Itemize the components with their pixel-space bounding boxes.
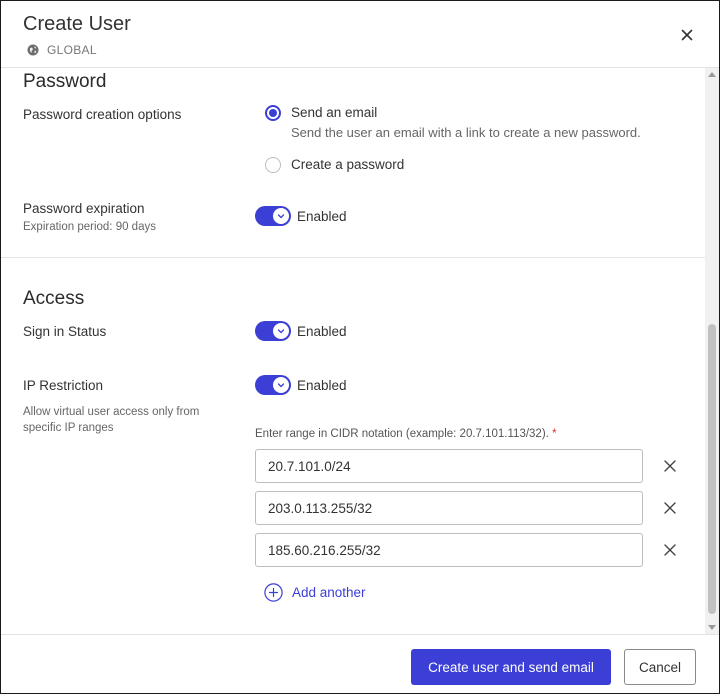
sign-in-status-toggle[interactable] [255,321,291,341]
send-email-radio[interactable] [265,105,281,121]
password-expiration-toggle[interactable] [255,206,291,226]
ip-range-input[interactable] [255,491,643,525]
close-icon [664,460,676,472]
chevron-down-icon [277,383,285,388]
scroll-up-arrow-icon[interactable] [708,72,716,77]
sign-in-status-status: Enabled [297,324,347,339]
scope-label: GLOBAL [47,43,97,57]
scope-indicator: GLOBAL [27,43,97,57]
create-user-dialog: Create User GLOBAL Password Password cre… [0,0,720,694]
password-section-title: Password [23,71,107,92]
access-section-title: Access [23,288,85,309]
ip-restriction-toggle[interactable] [255,375,291,395]
remove-ip-range-button[interactable] [662,542,678,558]
create-password-option-label[interactable]: Create a password [291,157,404,172]
close-icon [664,502,676,514]
ip-range-input[interactable] [255,533,643,567]
chevron-down-icon [277,329,285,334]
cidr-hint-text: Enter range in CIDR notation (example: 2… [255,428,549,440]
send-email-option-label[interactable]: Send an email [291,105,377,120]
ip-restriction-help: Allow virtual user access only from spec… [23,406,200,434]
plus-circle-icon [264,583,283,602]
send-email-option-description: Send the user an email with a link to cr… [291,125,641,140]
close-icon [664,544,676,556]
ip-range-input[interactable] [255,449,643,483]
create-user-button[interactable]: Create user and send email [411,649,611,685]
sign-in-status-label: Sign in Status [23,324,107,339]
ip-restriction-status: Enabled [297,378,347,393]
required-marker: * [552,428,557,440]
toggle-knob [273,323,289,339]
password-creation-label: Password creation options [23,107,182,122]
password-expiration-status: Enabled [297,209,347,224]
scrollbar[interactable] [705,68,719,634]
add-another-button[interactable]: Add another [264,583,366,602]
cancel-button[interactable]: Cancel [624,649,696,685]
ip-restriction-label: IP Restriction [23,378,104,393]
dialog-header: Create User GLOBAL [1,1,719,68]
close-button[interactable] [677,25,697,45]
close-icon [681,29,693,41]
section-divider [1,257,705,258]
cidr-hint: Enter range in CIDR notation (example: 2… [255,428,557,440]
remove-ip-range-button[interactable] [662,500,678,516]
dialog-title: Create User [23,13,131,35]
password-expiration-help: Expiration period: 90 days [23,221,156,233]
dialog-content[interactable]: Password Password creation options Send … [1,68,705,634]
scrollbar-thumb[interactable] [708,324,716,614]
dialog-footer: Create user and send email Cancel [1,634,719,693]
remove-ip-range-button[interactable] [662,458,678,474]
globe-icon [27,44,39,56]
scroll-down-arrow-icon[interactable] [708,625,716,630]
add-another-label: Add another [292,585,366,600]
create-password-radio[interactable] [265,157,281,173]
password-expiration-label: Password expiration [23,201,145,216]
toggle-knob [273,377,289,393]
toggle-knob [273,208,289,224]
chevron-down-icon [277,214,285,219]
